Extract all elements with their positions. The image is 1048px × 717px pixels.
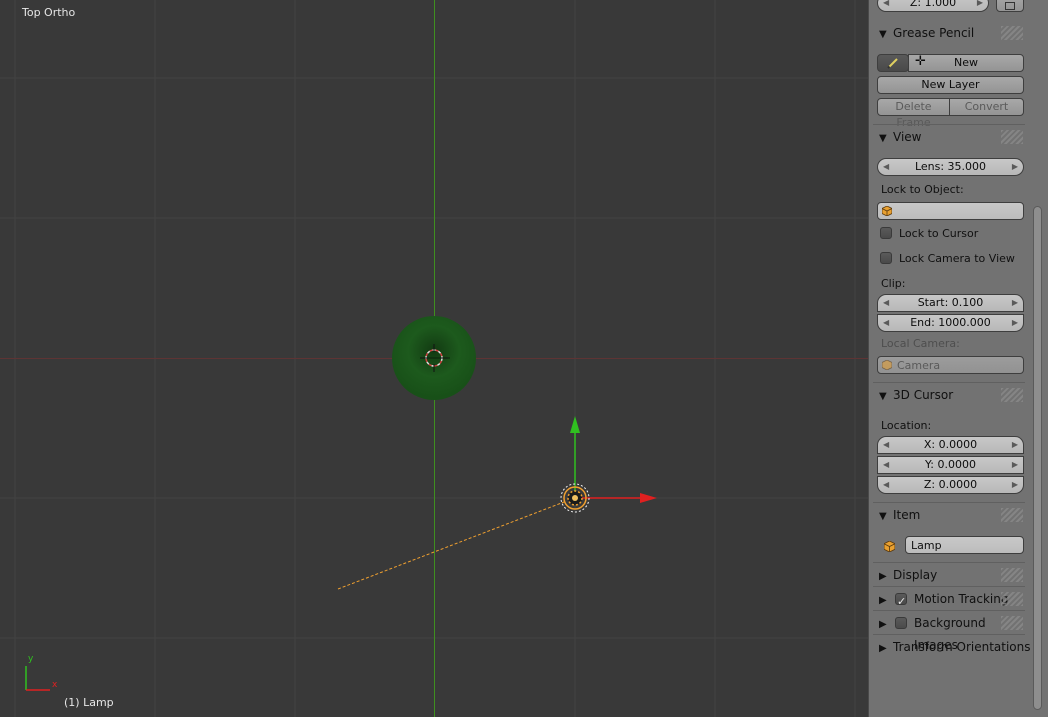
section-divider <box>873 634 1025 635</box>
section-divider <box>873 610 1025 611</box>
collapsed-triangle-icon: ▶ <box>879 595 887 606</box>
axis-y-label: y <box>28 654 34 664</box>
expanded-triangle-icon: ▼ <box>879 511 887 522</box>
collapsed-triangle-icon: ▶ <box>879 571 887 582</box>
lock-to-object-label: Lock to Object: <box>881 183 964 196</box>
axis-x-label: x <box>52 680 58 690</box>
section-divider <box>873 382 1025 383</box>
cursor-x-field[interactable]: ◀ X: 0.0000 ▶ <box>877 436 1024 454</box>
object-name-field[interactable]: Lamp <box>905 536 1024 554</box>
decrement-arrow-icon[interactable]: ◀ <box>883 437 889 453</box>
lock-camera-checkbox[interactable] <box>880 252 892 264</box>
transform-orientations-header[interactable]: ▶ Transform Orientations <box>869 636 1039 658</box>
increment-arrow-icon[interactable]: ▶ <box>1012 437 1018 453</box>
lock-to-cursor-checkbox[interactable] <box>880 227 892 239</box>
pencil-icon <box>887 58 898 69</box>
axis-indicator-icon <box>25 666 50 691</box>
panel-scrollbar[interactable] <box>1032 0 1044 717</box>
increment-arrow-icon[interactable]: ▶ <box>1012 315 1018 331</box>
view-name-label: Top Ortho <box>22 6 76 19</box>
cube-icon <box>882 360 892 370</box>
motion-tracking-checkbox[interactable] <box>895 591 907 613</box>
view-header[interactable]: ▼ View <box>869 126 1027 148</box>
background-images-header[interactable]: ▶ Background Images <box>869 612 1027 652</box>
decrement-arrow-icon[interactable]: ◀ <box>883 295 889 311</box>
cursor-z-field[interactable]: ◀ Z: 0.0000 ▶ <box>877 476 1024 494</box>
new-layer-button[interactable]: New Layer <box>877 76 1024 94</box>
drag-grip-icon[interactable] <box>1001 568 1023 582</box>
plus-icon: ✛ <box>915 54 926 69</box>
delete-frame-button[interactable]: Delete Frame <box>877 98 950 129</box>
collapsed-triangle-icon: ▶ <box>879 619 887 630</box>
section-divider <box>873 586 1025 587</box>
drag-grip-icon[interactable] <box>1001 130 1023 144</box>
clip-label: Clip: <box>881 277 906 290</box>
expanded-triangle-icon: ▼ <box>879 29 887 40</box>
clip-end-field[interactable]: ◀ End: 1000.000 ▶ <box>877 314 1024 332</box>
clip-start-field[interactable]: ◀ Start: 0.100 ▶ <box>877 294 1024 312</box>
location-z-top-field[interactable]: ◀ Z: 1.000 ▶ <box>877 0 989 12</box>
active-object-status: (1) Lamp <box>64 696 114 709</box>
display-header[interactable]: ▶ Display <box>869 564 1027 586</box>
pencil-button[interactable] <box>877 54 909 72</box>
section-divider <box>873 124 1025 125</box>
background-images-checkbox[interactable] <box>895 617 907 629</box>
cube-icon <box>882 206 892 216</box>
decrement-arrow-icon[interactable]: ◀ <box>883 0 889 11</box>
object-cube-icon <box>884 541 895 552</box>
lock-icon <box>1005 2 1015 10</box>
decrement-arrow-icon[interactable]: ◀ <box>883 457 889 473</box>
convert-button[interactable]: Convert <box>949 98 1024 116</box>
properties-panel: ◀ Z: 1.000 ▶ ▼ Grease Pencil ✛ New New La… <box>868 0 1048 717</box>
local-camera-label: Local Camera: <box>881 337 960 350</box>
increment-arrow-icon[interactable]: ▶ <box>1012 159 1018 175</box>
section-divider <box>873 562 1025 563</box>
3d-cursor-header[interactable]: ▼ 3D Cursor <box>869 384 1027 406</box>
lock-to-cursor-label: Lock to Cursor <box>899 227 979 240</box>
location-label: Location: <box>881 419 932 432</box>
drag-grip-icon[interactable] <box>1001 26 1023 40</box>
collapsed-triangle-icon: ▶ <box>879 643 887 654</box>
scrollbar-thumb[interactable] <box>1033 206 1042 710</box>
section-divider <box>873 502 1025 503</box>
lock-object-field[interactable] <box>877 202 1024 220</box>
drag-grip-icon[interactable] <box>1001 388 1023 402</box>
increment-arrow-icon[interactable]: ▶ <box>1012 477 1018 493</box>
drag-grip-icon[interactable] <box>1001 508 1023 522</box>
new-grease-pencil-button[interactable]: ✛ New <box>908 54 1024 72</box>
lock-scale-button[interactable] <box>996 0 1024 12</box>
lens-field[interactable]: ◀ Lens: 35.000 ▶ <box>877 158 1024 176</box>
3d-viewport[interactable]: Top Ortho y x (1) Lamp <box>0 0 868 717</box>
expanded-triangle-icon: ▼ <box>879 391 887 402</box>
decrement-arrow-icon[interactable]: ◀ <box>883 477 889 493</box>
lock-camera-label: Lock Camera to View <box>899 252 1015 265</box>
increment-arrow-icon[interactable]: ▶ <box>977 0 983 11</box>
drag-grip-icon[interactable] <box>1001 592 1023 606</box>
lamp-direction-line <box>337 501 565 590</box>
decrement-arrow-icon[interactable]: ◀ <box>883 315 889 331</box>
item-header[interactable]: ▼ Item <box>869 504 1027 526</box>
local-camera-field[interactable]: Camera <box>877 356 1024 374</box>
increment-arrow-icon[interactable]: ▶ <box>1012 295 1018 311</box>
cursor-y-field[interactable]: ◀ Y: 0.0000 ▶ <box>877 456 1024 474</box>
motion-tracking-header[interactable]: ▶ Motion Tracking <box>869 588 1027 613</box>
decrement-arrow-icon[interactable]: ◀ <box>883 159 889 175</box>
expanded-triangle-icon: ▼ <box>879 133 887 144</box>
viewport-canvas[interactable] <box>0 0 868 717</box>
grease-pencil-header[interactable]: ▼ Grease Pencil <box>869 22 1027 44</box>
increment-arrow-icon[interactable]: ▶ <box>1012 457 1018 473</box>
drag-grip-icon[interactable] <box>1001 616 1023 630</box>
